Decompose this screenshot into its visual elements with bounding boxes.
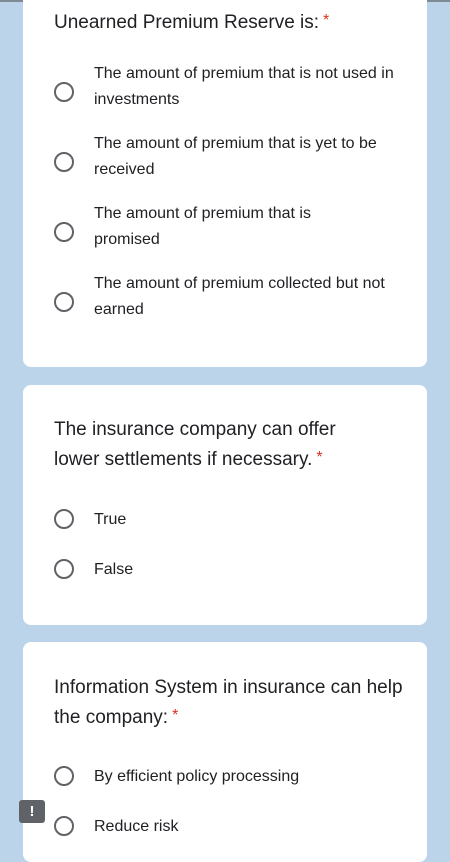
option-label: By efficient policy processing (94, 768, 300, 785)
option-label: The amount of premium that is not used i… (94, 65, 394, 108)
option-label: The amount of premium collected but not … (94, 275, 385, 318)
question-title: The insurance company can offer lower se… (54, 415, 377, 475)
radio-button[interactable] (54, 766, 74, 786)
question-card-1: Unearned Premium Reserve is: * The amount… (23, 0, 427, 367)
radio-button[interactable] (54, 152, 74, 172)
radio-option-reduce-risk[interactable]: Reduce risk (54, 814, 407, 840)
radio-button[interactable] (54, 816, 74, 836)
radio-button[interactable] (54, 292, 74, 312)
radio-option-1[interactable]: The amount of premium that is not used i… (54, 65, 407, 125)
question-text: Unearned Premium Reserve is: (54, 12, 320, 33)
radio-option-efficient-policy-processing[interactable]: By efficient policy processing (54, 764, 407, 790)
radio-button[interactable] (54, 82, 74, 102)
radio-button[interactable] (54, 509, 74, 529)
question-text: Information System in insurance can help… (54, 677, 403, 728)
question-title: Unearned Premium Reserve is: * (54, 8, 407, 38)
radio-option-4[interactable]: The amount of premium collected but not … (54, 275, 407, 335)
radio-option-2[interactable]: The amount of premium that is yet to be … (54, 135, 407, 195)
option-label: Reduce risk (94, 818, 179, 835)
question-card-2: The insurance company can offer lower se… (23, 385, 427, 625)
required-asterisk: * (172, 707, 179, 724)
question-title: Information System in insurance can help… (54, 673, 407, 733)
radio-option-true[interactable]: True (54, 507, 407, 533)
option-label: The amount of premium that is yet to be … (94, 135, 377, 178)
question-card-3: Information System in insurance can help… (23, 642, 427, 862)
option-label: True (94, 511, 127, 528)
radio-option-false[interactable]: False (54, 557, 407, 583)
required-asterisk: * (323, 12, 330, 29)
radio-button[interactable] (54, 559, 74, 579)
question-text: The insurance company can offer lower se… (54, 419, 336, 470)
report-issue-button[interactable]: ! (19, 800, 45, 823)
radio-button[interactable] (54, 222, 74, 242)
option-label: The amount of premium that is promised (94, 205, 311, 248)
option-label: False (94, 561, 134, 578)
radio-option-3[interactable]: The amount of premium that is promised (54, 205, 407, 265)
required-asterisk: * (316, 449, 323, 466)
